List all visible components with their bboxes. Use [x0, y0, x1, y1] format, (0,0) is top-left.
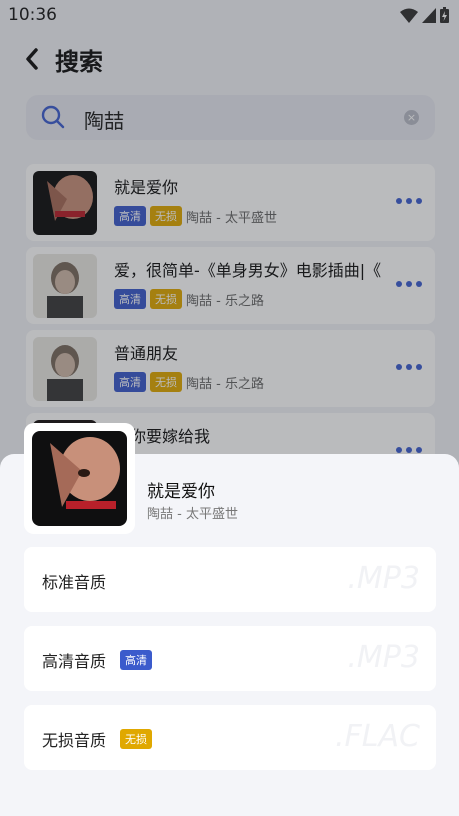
sheet-album-cover: [24, 423, 135, 534]
sheet-song-title: 就是爱你: [147, 482, 215, 502]
quality-lossless-option[interactable]: 无损音质 无损 .FLAC: [24, 705, 436, 770]
quality-label: 高清音质: [42, 652, 107, 671]
quality-standard-option[interactable]: 标准音质 .MP3: [24, 547, 436, 612]
hq-badge: 高清: [120, 650, 152, 670]
lossless-badge: 无损: [120, 729, 152, 749]
sheet-artist-album: 陶喆 - 太平盛世: [147, 507, 238, 522]
quality-label: 标准音质: [42, 573, 107, 592]
album-art: [32, 431, 127, 526]
format-watermark: .MP3: [347, 640, 420, 675]
quality-hq-option[interactable]: 高清音质 高清 .MP3: [24, 626, 436, 691]
quality-label: 无损音质: [42, 731, 107, 750]
format-watermark: .MP3: [347, 561, 420, 596]
format-watermark: .FLAC: [335, 719, 420, 754]
